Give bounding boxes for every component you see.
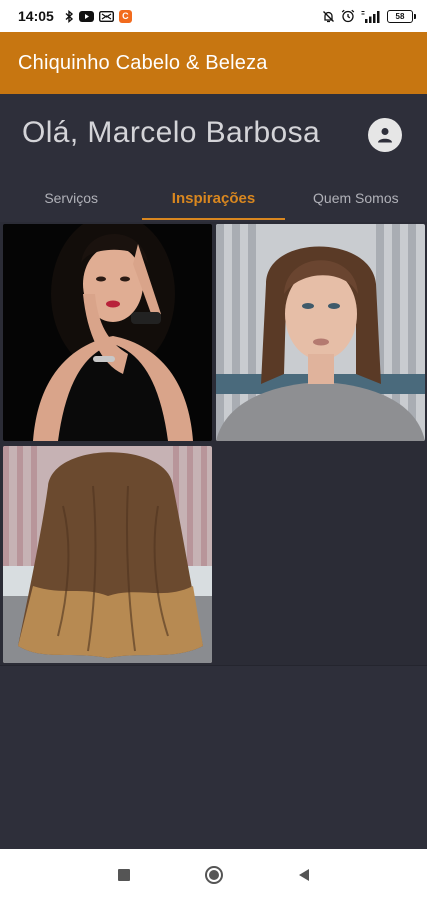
mute-icon <box>322 10 335 23</box>
photo-layered-hair-back <box>3 446 212 663</box>
tab-servicos[interactable]: Serviços <box>0 176 142 220</box>
recents-button[interactable] <box>112 863 136 887</box>
grid-divider <box>0 665 427 666</box>
tab-inspiracoes[interactable]: Inspirações <box>142 176 285 220</box>
status-time: 14:05 <box>18 8 54 24</box>
home-circle-icon <box>204 865 223 884</box>
system-nav-bar <box>0 849 427 900</box>
app-notification-icon: C <box>118 9 132 23</box>
photo-woman-brown-hair <box>216 224 425 441</box>
back-triangle-icon <box>298 868 309 881</box>
recents-square-icon <box>117 868 130 881</box>
photo-woman-dark-hair <box>3 224 212 441</box>
back-button[interactable] <box>292 863 316 887</box>
app-title: Chiquinho Cabelo & Beleza <box>18 51 268 74</box>
status-left: 14:05 C <box>18 8 132 24</box>
home-button[interactable] <box>202 863 226 887</box>
inspiration-gallery <box>0 222 427 666</box>
status-right: 58 <box>322 9 416 23</box>
tab-bar: Serviços Inspirações Quem Somos <box>0 176 427 220</box>
youtube-icon <box>78 10 94 22</box>
profile-avatar-button[interactable] <box>368 118 402 152</box>
gallery-photo-2[interactable] <box>216 224 425 441</box>
status-bar: 14:05 C 58 <box>0 0 427 32</box>
greeting-text: Olá, Marcelo Barbosa <box>22 116 321 149</box>
signal-icon <box>361 10 381 23</box>
user-icon <box>378 128 392 143</box>
cast-icon <box>98 10 114 22</box>
battery-icon: 58 <box>387 9 416 23</box>
gallery-photo-3[interactable] <box>3 446 212 663</box>
bluetooth-icon <box>65 9 74 23</box>
alarm-icon <box>341 9 355 23</box>
tab-quem-somos[interactable]: Quem Somos <box>285 176 427 220</box>
gallery-photo-1[interactable] <box>3 224 212 441</box>
app-bar: Chiquinho Cabelo & Beleza <box>0 32 427 94</box>
app-screen: 14:05 C 58 Chiquinho Cabelo & Beleza Olá… <box>0 0 427 900</box>
